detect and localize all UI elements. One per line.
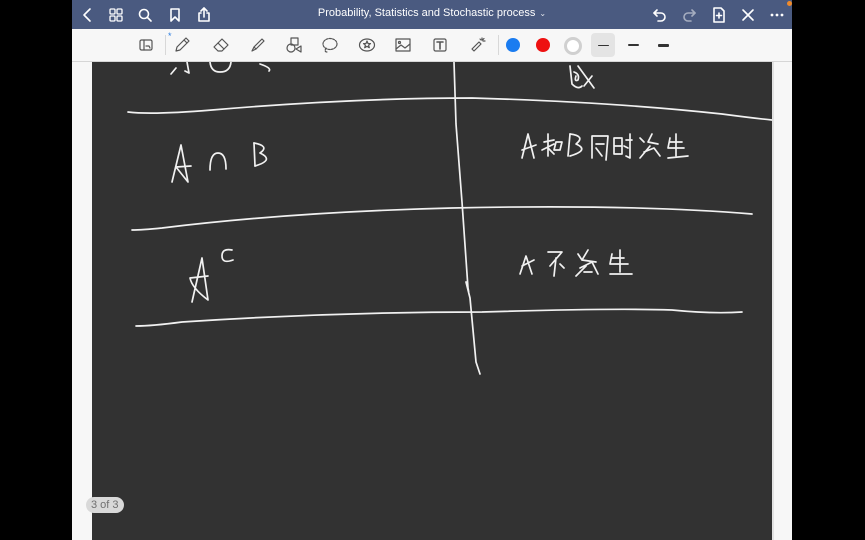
table-rule-2 <box>131 206 753 231</box>
close-button[interactable] <box>738 5 758 25</box>
eraser-tool[interactable] <box>210 34 232 56</box>
image-tool[interactable] <box>392 34 414 56</box>
close-icon <box>742 9 754 21</box>
more-button[interactable] <box>767 5 787 25</box>
color-swatch-red[interactable] <box>536 38 550 52</box>
read-mode-icon <box>139 39 153 51</box>
table-column-divider <box>453 62 481 375</box>
add-page-icon <box>713 7 725 23</box>
stroke-width-thick[interactable] <box>651 33 675 57</box>
more-icon <box>770 13 784 17</box>
stroke-thick-icon <box>657 43 669 47</box>
notes-app: Probability, Statistics and Stochastic p… <box>72 0 792 540</box>
eraser-icon <box>213 38 229 52</box>
add-page-button[interactable] <box>709 5 729 25</box>
ink-row-3-meaning <box>519 249 633 277</box>
title-bar: Probability, Statistics and Stochastic p… <box>72 0 792 29</box>
laser-pointer-icon <box>471 37 486 52</box>
chevron-down-icon: ⌄ <box>539 9 547 18</box>
text-tool[interactable] <box>429 34 451 56</box>
document-title: Probability, Statistics and Stochastic p… <box>317 7 536 19</box>
color-swatch-blue[interactable] <box>506 38 520 52</box>
pen-icon <box>175 37 190 52</box>
read-mode-tool[interactable] <box>135 34 157 56</box>
laser-pointer-tool[interactable] <box>467 34 489 56</box>
toolbar-divider <box>165 35 166 55</box>
ink-row-2-symbol <box>171 142 268 183</box>
redo-icon <box>683 9 696 22</box>
undo-button[interactable] <box>650 5 670 25</box>
note-page-canvas[interactable] <box>92 62 774 540</box>
sticker-tool[interactable] <box>356 34 378 56</box>
text-icon <box>433 38 447 52</box>
stroke-thin-icon <box>597 44 609 46</box>
redo-button[interactable] <box>679 5 699 25</box>
toolbar-divider <box>498 35 499 55</box>
page-indicator: 3 of 3 <box>86 497 124 513</box>
undo-icon <box>653 9 666 22</box>
table-rule-1 <box>127 97 772 121</box>
ink-row-1-symbol <box>170 62 271 75</box>
stroke-width-thin[interactable] <box>591 33 615 57</box>
highlighter-tool[interactable] <box>247 34 269 56</box>
ink-row-2-meaning <box>521 133 689 161</box>
drawing-toolbar: * <box>72 29 792 62</box>
pen-tool[interactable] <box>171 34 193 56</box>
table-rule-3 <box>135 308 743 327</box>
stroke-medium-icon <box>627 44 639 46</box>
lasso-icon <box>322 37 338 53</box>
ink-row-1-meaning <box>569 65 595 89</box>
image-icon <box>395 38 411 52</box>
ink-row-3-symbol <box>189 248 234 303</box>
lasso-tool[interactable] <box>319 34 341 56</box>
shapes-icon <box>286 37 302 53</box>
highlighter-icon <box>251 38 265 52</box>
stroke-width-medium[interactable] <box>621 33 645 57</box>
sticker-icon <box>358 38 376 52</box>
handwritten-ink <box>127 62 772 375</box>
shapes-tool[interactable] <box>283 34 305 56</box>
color-swatch-white[interactable] <box>564 37 582 55</box>
notification-dot <box>787 1 792 6</box>
